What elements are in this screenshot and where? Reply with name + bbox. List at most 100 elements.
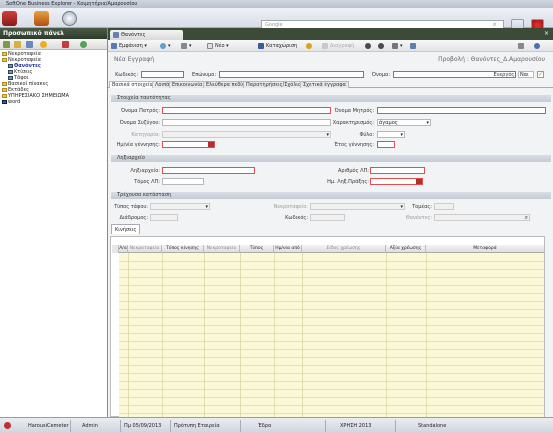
new-button[interactable]: Νέο ▾ (207, 42, 229, 50)
delete-icon (322, 42, 328, 49)
record-status: Νέα Εγγραφή (114, 56, 155, 63)
tab-free-fields[interactable]: Ελεύθερα πεδία (203, 81, 249, 88)
birthyear-field[interactable] (377, 141, 395, 148)
save-icon (258, 42, 264, 49)
column-header[interactable]: Νεκροταφείο (204, 245, 240, 253)
delete-icon[interactable] (62, 41, 69, 48)
nav-button[interactable]: ▾ (160, 42, 171, 50)
mother-label: Όνομα Μητρός: (334, 108, 374, 114)
tree-item[interactable]: word (2, 99, 107, 105)
code-field[interactable] (141, 71, 184, 78)
tab-documents[interactable]: Σχετικά έγγραφα (300, 81, 349, 88)
mother-field[interactable] (377, 107, 546, 114)
print-button[interactable]: ▾ (181, 42, 192, 50)
father-field[interactable] (162, 107, 331, 114)
home-icon[interactable] (34, 11, 49, 26)
grave-code-field[interactable] (310, 214, 345, 221)
grid-col-line (128, 253, 129, 417)
active-checkbox[interactable]: ✓ (537, 71, 544, 78)
grid-row-line (119, 389, 544, 390)
column-header[interactable]: Τύπος κίνησης (162, 245, 204, 253)
category-select[interactable]: ▾ (162, 131, 331, 138)
view-menu-button[interactable]: Εμφάνιση ▾ (111, 42, 147, 50)
clock-icon[interactable] (62, 11, 77, 26)
birthdate-field[interactable] (162, 141, 215, 148)
attach-icon (392, 42, 398, 49)
section-current-status: Τρέχουσα κατάσταση (111, 192, 551, 199)
volume-label: Τόμος ΛΠ: (134, 179, 160, 185)
column-header[interactable]: Είδος χρέωσης (302, 245, 386, 253)
folder-icon (2, 51, 7, 56)
column-header[interactable]: Μεταφορά (426, 245, 544, 253)
grid-col-line (426, 253, 427, 417)
folder-icon (2, 81, 7, 86)
grave-type-select[interactable]: ▾ (150, 203, 210, 210)
save-button[interactable]: Καταχώριση (258, 42, 297, 50)
document-icon (8, 69, 13, 74)
date-status: Πμ 05/09/2013 (124, 423, 162, 429)
grid-col-line (240, 253, 241, 417)
deceased-search-field[interactable]: ⌕ (434, 214, 530, 221)
column-header[interactable]: Τύπος (240, 245, 274, 253)
search-icon[interactable]: ⌕ (525, 214, 528, 222)
folder-icon (2, 93, 7, 98)
father-label: Όνομα Πατρός: (121, 108, 160, 114)
tab-notes[interactable]: Παρατηρήσεις/Σχόλια (243, 81, 305, 88)
personal-panel: Προσωπικό πάνελ Νεκροταφεία Νεκροταφεία … (0, 28, 108, 417)
globe-icon (160, 42, 166, 49)
grid-row-line (119, 277, 544, 278)
calendar-icon[interactable] (208, 142, 214, 147)
act-number-field[interactable] (370, 167, 425, 174)
column-header[interactable]: Νεκροταφείο (128, 245, 162, 253)
grid-header: Α/α Νεκροταφείο Τύπος κίνησης Νεκροταφεί… (119, 245, 544, 253)
grid-body[interactable] (119, 253, 544, 417)
mode-status: Standalone (418, 423, 447, 429)
tab-contact[interactable]: Επικοινωνία (169, 81, 206, 88)
grid-row-line (119, 293, 544, 294)
tab-deceased[interactable]: Θανόντες (110, 30, 183, 40)
active-select[interactable]: Ναι (518, 71, 534, 78)
year-status: ΧΡΗΣΗ 2013 (340, 423, 372, 429)
registry-field[interactable] (162, 167, 255, 174)
app-menu-button[interactable] (2, 11, 17, 26)
surname-field[interactable] (219, 71, 364, 78)
more-button[interactable] (410, 42, 418, 50)
refresh-icon (306, 42, 312, 49)
tools-button[interactable] (518, 42, 526, 50)
chevron-down-icon: ▾ (400, 132, 403, 138)
tab-movements[interactable]: Κινήσεις (111, 224, 140, 234)
column-header[interactable]: Ημ/νία από (274, 245, 302, 253)
grid-row-line (119, 413, 544, 414)
folder-icon[interactable] (14, 41, 21, 48)
section-field[interactable] (434, 203, 454, 210)
refresh-icon[interactable] (80, 41, 87, 48)
add-icon[interactable] (3, 41, 10, 48)
prev-record-button[interactable] (378, 42, 386, 50)
refresh-button[interactable] (306, 42, 314, 50)
grid-row-line (119, 357, 544, 358)
status-bar: HarousiCemeter Admin Πμ 05/09/2013 Πρότυ… (0, 417, 553, 433)
act-date-field[interactable] (370, 178, 423, 185)
first-record-button[interactable] (365, 42, 373, 50)
grid-row-line (119, 397, 544, 398)
attach-button[interactable]: ▾ (392, 42, 403, 50)
characterization-select[interactable]: άγαμος ▾ (377, 119, 431, 126)
star-icon[interactable] (40, 41, 47, 48)
category-label: Κατηγορία: (131, 132, 160, 138)
edit-icon[interactable] (26, 41, 33, 48)
document-tabs: Θανόντες × (108, 28, 553, 40)
row-field[interactable] (150, 214, 178, 221)
close-icon[interactable]: × (544, 30, 549, 37)
column-header[interactable]: Αξία χρέωσης (386, 245, 426, 253)
delete-button[interactable]: Διαγραφή (322, 42, 354, 50)
cemetery-select[interactable]: ▾ (310, 203, 405, 210)
spouse-field[interactable] (162, 119, 331, 126)
record-toolbar: Εμφάνιση ▾ ▾ ▾ Νέο ▾ Καταχώριση Διαγραφή… (108, 40, 553, 52)
calendar-icon[interactable] (416, 179, 422, 184)
tab-basic[interactable]: Βασικά στοιχεία (109, 81, 156, 88)
gender-select[interactable]: ▾ (377, 131, 405, 138)
active-label: Ενεργός: (493, 72, 516, 78)
help-button[interactable] (534, 42, 542, 50)
volume-field[interactable] (162, 178, 204, 185)
column-header[interactable]: Α/α (119, 245, 128, 253)
